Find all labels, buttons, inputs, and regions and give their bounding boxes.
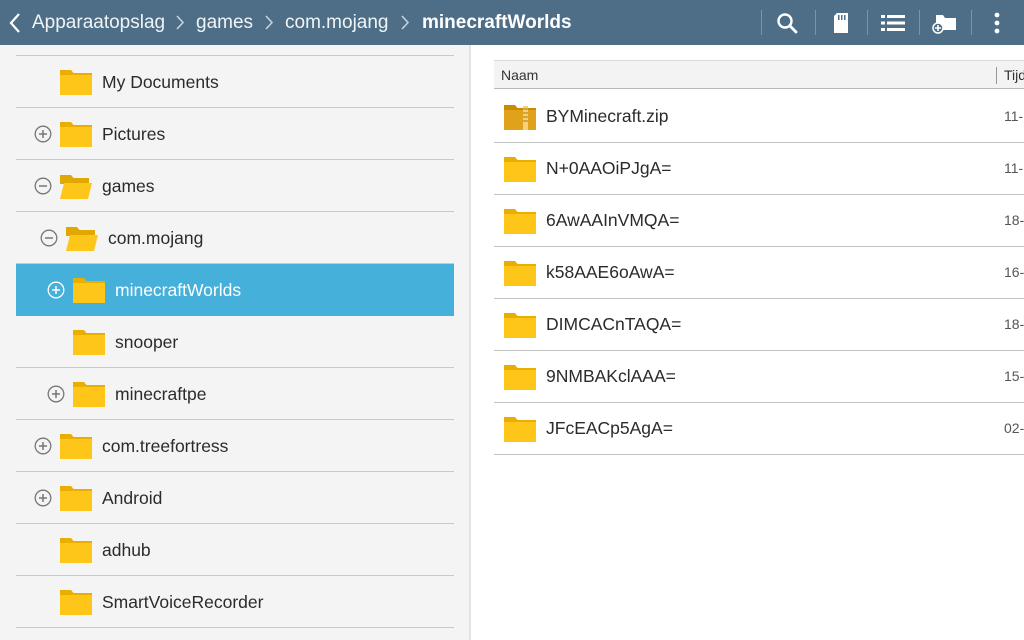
tree-item-label: adhub	[102, 540, 151, 560]
tree-item[interactable]: com.mojang	[16, 212, 454, 264]
expand-icon[interactable]	[34, 125, 52, 143]
tree-item[interactable]: Android	[16, 472, 454, 524]
folder-icon	[504, 209, 536, 234]
tree-item-label: com.mojang	[108, 228, 204, 248]
tree-item[interactable]: minecraftWorlds	[16, 264, 454, 316]
folder-icon	[504, 261, 536, 286]
open-folder-icon	[66, 227, 98, 251]
list-view-icon	[881, 14, 905, 31]
folder-icon	[73, 382, 105, 407]
file-date: 11-	[1004, 160, 1024, 176]
tree-item-label: Pictures	[102, 124, 166, 144]
breadcrumb-item[interactable]: games	[196, 0, 253, 45]
expand-icon[interactable]	[34, 437, 52, 455]
folder-icon	[60, 70, 92, 95]
search-icon	[777, 12, 798, 33]
file-date: 02-	[1004, 420, 1024, 436]
zip-folder-icon	[504, 105, 536, 130]
folder-tree-panel: My Documents Pictures games com.mojang minec…	[0, 45, 469, 640]
file-row[interactable]: JFcEACp5AgA= 02-	[494, 403, 1024, 455]
file-name: DIMCACnTAQA=	[546, 314, 682, 334]
file-name: k58AAE6oAwA=	[546, 262, 675, 282]
breadcrumb-current: minecraftWorlds	[422, 12, 572, 33]
expand-icon[interactable]	[47, 385, 65, 403]
file-date: 18-	[1004, 212, 1024, 228]
tree-item-label: minecraftWorlds	[115, 280, 242, 300]
file-date: 18-	[1004, 316, 1024, 332]
tree-item[interactable]: SmartVoiceRecorder	[16, 576, 454, 628]
breadcrumb-item[interactable]: Apparaatopslag	[32, 0, 165, 45]
expand-icon[interactable]	[47, 281, 65, 299]
breadcrumb-separator-icon	[401, 15, 410, 30]
back-button[interactable]	[4, 0, 26, 45]
folder-icon	[504, 313, 536, 338]
file-date: 15-	[1004, 368, 1024, 384]
folder-icon	[504, 365, 536, 390]
file-date: 11-	[1004, 108, 1024, 124]
storage-button[interactable]	[818, 0, 864, 45]
folder-icon	[60, 122, 92, 147]
tree-item-label: com.treefortress	[102, 436, 229, 456]
file-name: 6AwAAInVMQA=	[546, 210, 680, 230]
column-header: Naam Tijd	[494, 60, 1024, 89]
folder-icon	[60, 538, 92, 563]
file-row[interactable]: 9NMBAKclAAA= 15-	[494, 351, 1024, 403]
action-bar: Apparaatopslag games com.mojang minecraf…	[0, 0, 1024, 45]
name-column-header[interactable]: Naam	[501, 61, 538, 89]
sd-card-icon	[834, 12, 848, 33]
tree-item[interactable]: snooper	[16, 316, 454, 368]
chevron-left-icon	[9, 12, 20, 33]
collapse-icon[interactable]	[34, 177, 52, 195]
folder-icon	[60, 434, 92, 459]
tree-item-label: Android	[102, 488, 163, 508]
folder-icon	[73, 330, 105, 355]
breadcrumb-separator-icon	[265, 15, 274, 30]
folder-icon	[73, 278, 105, 303]
toolbar-divider	[919, 10, 920, 35]
tree-item[interactable]: minecraftpe	[16, 368, 454, 420]
toolbar-divider	[761, 10, 762, 35]
breadcrumb-item[interactable]: com.mojang	[285, 0, 389, 45]
tree-item[interactable]: adhub	[16, 524, 454, 576]
file-row[interactable]: N+0AAOiPJgA= 11-	[494, 143, 1024, 195]
open-folder-icon	[60, 175, 92, 199]
toolbar-divider	[815, 10, 816, 35]
folder-icon	[504, 417, 536, 442]
overflow-menu-button[interactable]	[974, 0, 1020, 45]
add-folder-icon	[932, 14, 956, 34]
expand-icon[interactable]	[34, 489, 52, 507]
file-name: 9NMBAKclAAA=	[546, 366, 676, 386]
toolbar-divider	[971, 10, 972, 35]
file-name: BYMinecraft.zip	[546, 106, 669, 126]
column-separator	[996, 67, 997, 84]
file-name: N+0AAOiPJgA=	[546, 158, 672, 178]
file-row[interactable]: DIMCACnTAQA= 18-	[494, 299, 1024, 351]
tree-item-label: minecraftpe	[115, 384, 207, 404]
file-row[interactable]: k58AAE6oAwA= 16-	[494, 247, 1024, 299]
file-row[interactable]: 6AwAAInVMQA= 18-	[494, 195, 1024, 247]
file-date: 16-	[1004, 264, 1024, 280]
tree-item[interactable]: Pictures	[16, 108, 454, 160]
tree-item-label: snooper	[115, 332, 179, 352]
time-column-header[interactable]: Tijd	[1004, 61, 1024, 89]
file-name: JFcEACp5AgA=	[546, 418, 673, 438]
collapse-icon[interactable]	[40, 229, 58, 247]
toolbar-divider	[867, 10, 868, 35]
folder-icon	[60, 590, 92, 615]
folder-icon	[60, 486, 92, 511]
view-mode-button[interactable]	[870, 0, 916, 45]
create-folder-button[interactable]	[922, 0, 968, 45]
folder-icon	[504, 157, 536, 182]
file-list-panel: Naam Tijd BYMinecraft.zip 11- N+0AAOiPJgA=…	[471, 45, 1024, 640]
tree-item[interactable]: games	[16, 160, 454, 212]
tree-item[interactable]: com.treefortress	[16, 420, 454, 472]
overflow-menu-icon	[994, 12, 1000, 33]
tree-item[interactable]: My Documents	[16, 56, 454, 108]
tree-item-label: games	[102, 176, 155, 196]
tree-item-label: SmartVoiceRecorder	[102, 592, 264, 612]
tree-item-label: My Documents	[102, 72, 219, 92]
breadcrumb-separator-icon	[176, 15, 185, 30]
search-button[interactable]	[764, 0, 810, 45]
file-row[interactable]: BYMinecraft.zip 11-	[494, 91, 1024, 143]
